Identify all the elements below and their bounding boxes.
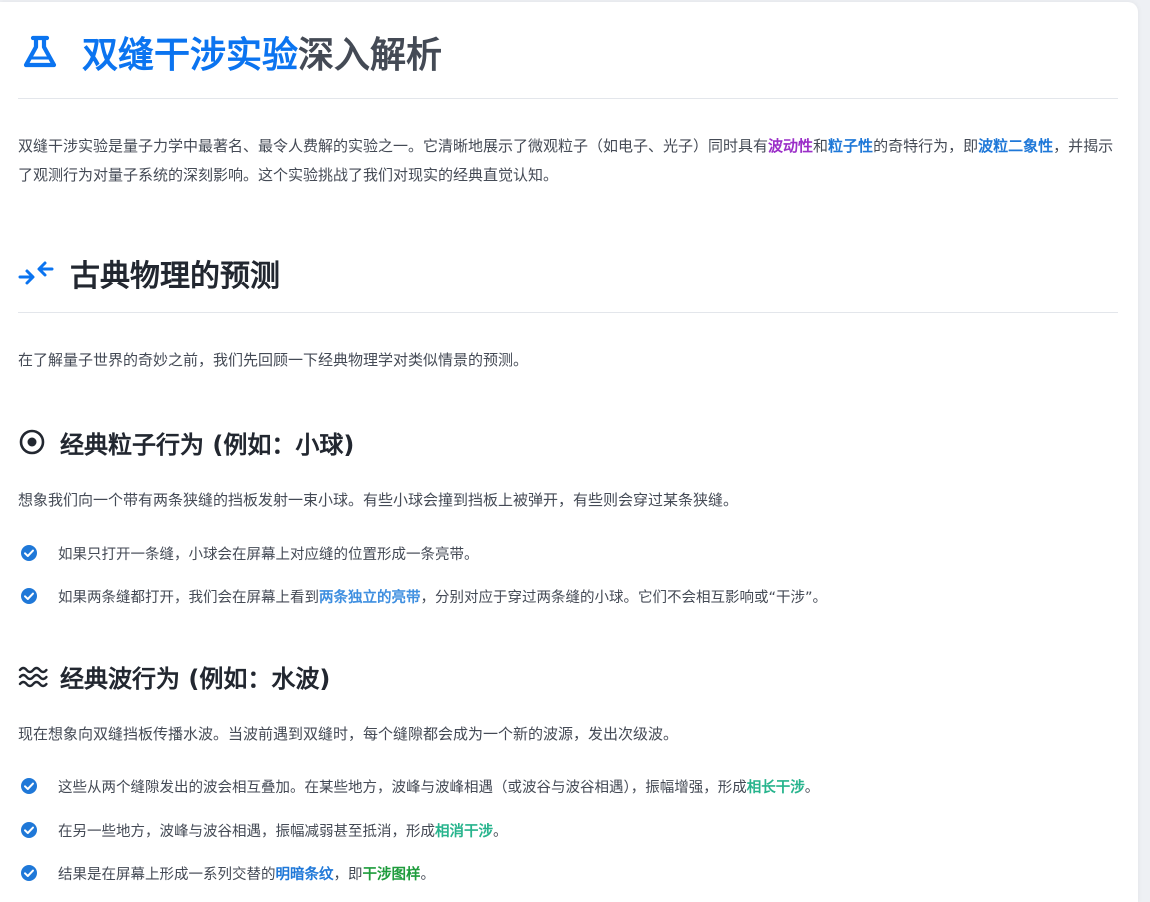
flask-icon (20, 32, 60, 72)
arrows-compress-icon (18, 255, 54, 291)
list-item: 结果是在屏幕上形成一系列交替的明暗条纹，即干涉图样。 (18, 860, 435, 886)
classical-lead-paragraph: 在了解量子世界的奇妙之前，我们先回顾一下经典物理学对类似情景的预测。 (18, 351, 529, 369)
list-item-text: 结果是在屏幕上形成一系列交替的明暗条纹，即干涉图样。 (58, 863, 435, 884)
list-item-text-pre: 结果是在屏幕上形成一系列交替的 (58, 866, 276, 883)
bright-dark-fringes-highlight: 明暗条纹 (275, 866, 334, 883)
list-item: 如果只打开一条缝，小球会在屏幕上对应缝的位置形成一条亮带。 (18, 540, 479, 566)
list-item: 在另一些地方，波峰与波谷相遇，振幅减弱甚至抵消，形成相消干涉。 (18, 817, 508, 843)
wave-particle-duality-highlight: 波粒二象性 (978, 137, 1054, 155)
document-card: 双缝干涉实验 深入解析 双缝干涉实验是量子力学中最著名、最令人费解的实验之一。它清… (0, 2, 1138, 902)
interference-pattern-highlight: 干涉图样 (362, 866, 421, 883)
check-circle-icon (20, 864, 38, 882)
dot-circle-icon (18, 427, 48, 457)
list-item-text: 如果两条缝都打开，我们会在屏幕上看到两条独立的亮带，分别对应于穿过两条缝的小球。… (58, 586, 827, 607)
waves-lead-paragraph: 现在想象向双缝挡板传播水波。当波前遇到双缝时，每个缝隙都会成为一个新的波源，发出… (18, 725, 679, 743)
wave-nature-highlight: 波动性 (768, 137, 814, 155)
page-title-accent: 双缝干涉实验 (82, 35, 299, 76)
page-title: 双缝干涉实验 深入解析 (18, 28, 442, 76)
check-circle-icon (20, 821, 38, 839)
page-title-rest: 深入解析 (298, 35, 443, 76)
list-item-text-pre: 在另一些地方，波峰与波谷相遇，振幅减弱甚至抵消，形成 (58, 823, 435, 840)
check-circle-icon (20, 777, 38, 795)
check-circle-icon (20, 544, 38, 562)
list-item-text: 在另一些地方，波峰与波谷相遇，振幅减弱甚至抵消，形成相消干涉。 (58, 820, 508, 841)
subheading-particles-text: 经典粒子行为 (例如：小球) (60, 430, 355, 459)
intro-and: 和 (813, 137, 829, 155)
list-item-text-post: 。 (804, 779, 820, 796)
list-item-text-pre: 这些从两个缝隙发出的波会相互叠加。在某些地方，波峰与波峰相遇（或波谷与波谷相遇）… (58, 779, 747, 796)
section-heading-classical-text: 古典物理的预测 (70, 259, 280, 294)
subheading-waves-text: 经典波行为 (例如：水波) (60, 664, 331, 693)
list-item-text: 这些从两个缝隙发出的波会相互叠加。在某些地方，波峰与波峰相遇（或波谷与波谷相遇）… (58, 776, 819, 797)
title-divider (18, 98, 1118, 99)
particle-nature-highlight: 粒子性 (828, 137, 874, 155)
list-item-text-post: 。 (420, 866, 436, 883)
list-item-text-pre: 如果两条缝都打开，我们会在屏幕上看到 (58, 589, 319, 606)
intro-text-1: 双缝干涉实验是量子力学中最著名、最令人费解的实验之一。它清晰地展示了微观粒子（如… (18, 137, 769, 155)
list-item-text: 如果只打开一条缝，小球会在屏幕上对应缝的位置形成一条亮带。 (58, 546, 479, 563)
section-divider (18, 312, 1118, 313)
intro-text-2: 的奇特行为，即 (873, 137, 979, 155)
list-item-text-post: ，分别对应于穿过两条缝的小球。它们不会相互影响或“干涉”。 (420, 589, 828, 606)
constructive-interference-highlight: 相长干涉 (746, 779, 805, 796)
subheading-particles: 经典粒子行为 (例如：小球) (18, 425, 354, 459)
intro-paragraph: 双缝干涉实验是量子力学中最著名、最令人费解的实验之一。它清晰地展示了微观粒子（如… (18, 132, 1114, 190)
water-icon (18, 661, 48, 691)
list-item-text-mid: ，即 (333, 866, 363, 883)
check-circle-icon (20, 587, 38, 605)
destructive-interference-highlight: 相消干涉 (435, 823, 493, 840)
list-item-text-post: 。 (493, 823, 508, 840)
two-bands-highlight: 两条独立的亮带 (319, 589, 421, 606)
particles-lead-paragraph: 想象我们向一个带有两条狭缝的挡板发射一束小球。有些小球会撞到挡板上被弹开，有些则… (18, 491, 739, 509)
list-item: 如果两条缝都打开，我们会在屏幕上看到两条独立的亮带，分别对应于穿过两条缝的小球。… (18, 583, 827, 609)
list-item: 这些从两个缝隙发出的波会相互叠加。在某些地方，波峰与波峰相遇（或波谷与波谷相遇）… (18, 773, 819, 799)
subheading-waves: 经典波行为 (例如：水波) (18, 659, 330, 693)
section-heading-classical: 古典物理的预测 (18, 253, 280, 294)
